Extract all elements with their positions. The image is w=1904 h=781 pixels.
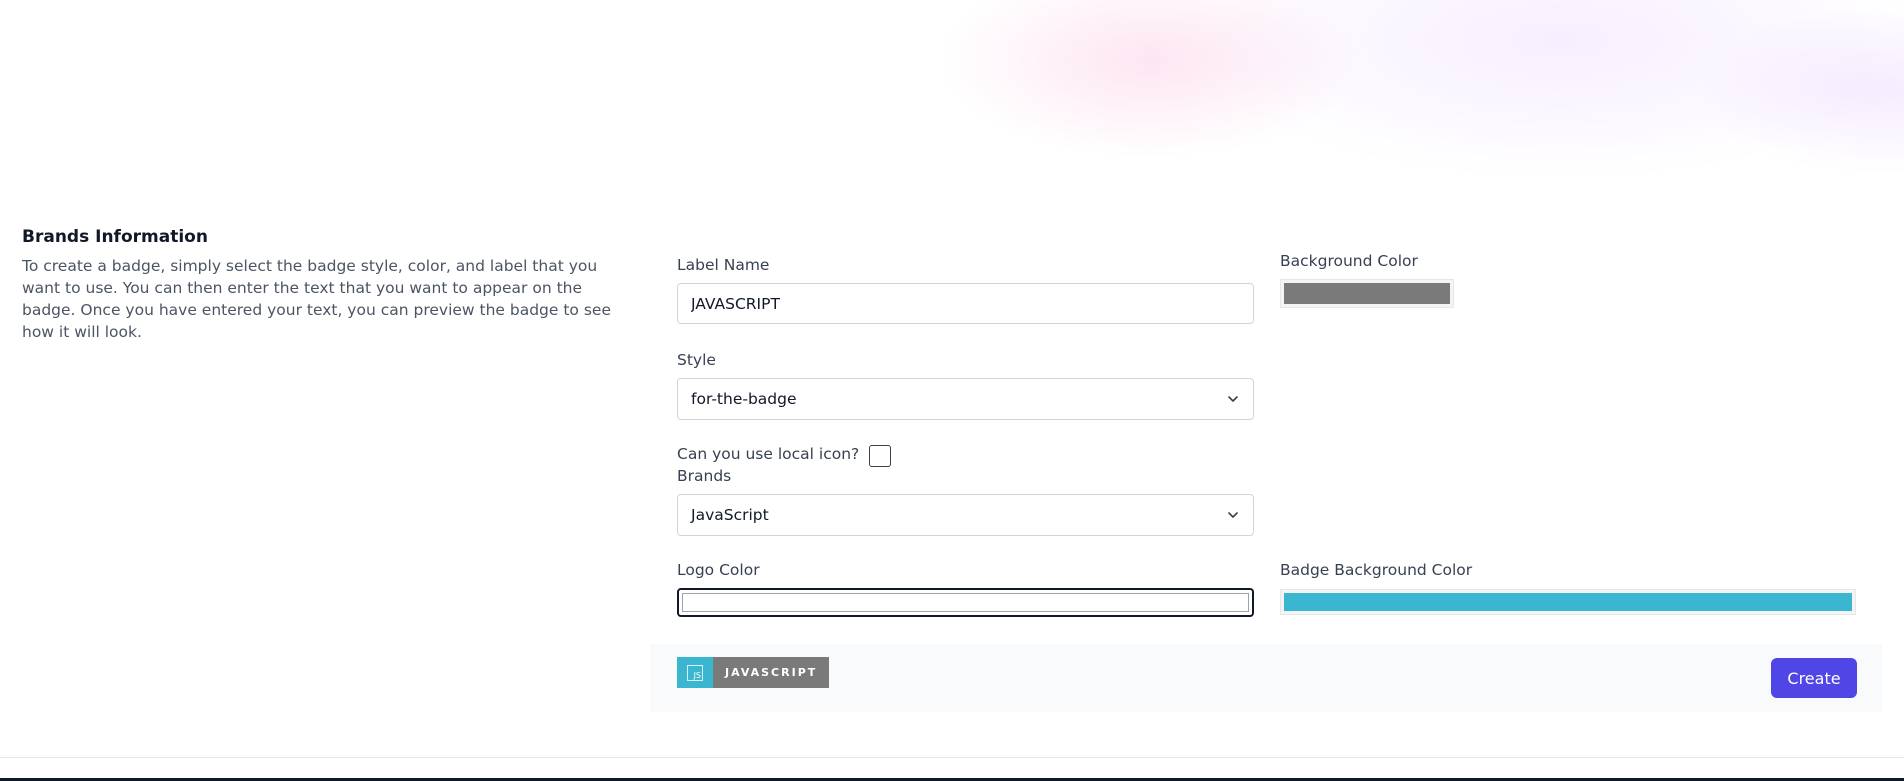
divider [0, 757, 1904, 758]
label-name-label: Label Name [677, 256, 770, 274]
local-icon-label: Can you use local icon? [677, 445, 860, 463]
chevron-down-icon [1226, 508, 1240, 522]
brands-select[interactable]: JavaScript [677, 494, 1254, 536]
label-name-input[interactable] [677, 283, 1254, 324]
style-select-value: for-the-badge [691, 390, 797, 408]
style-label: Style [677, 351, 716, 369]
badge-background-color-picker[interactable] [1280, 589, 1856, 615]
logo-color-swatch [682, 593, 1249, 612]
brands-select-value: JavaScript [691, 506, 769, 524]
background-color-label: Background Color [1280, 252, 1418, 270]
background-color-picker[interactable] [1280, 279, 1454, 308]
logo-color-picker[interactable] [677, 588, 1254, 617]
style-select[interactable]: for-the-badge [677, 378, 1254, 420]
brands-label: Brands [677, 467, 732, 485]
local-icon-checkbox[interactable] [869, 445, 891, 467]
badge-text: JAVASCRIPT [713, 657, 830, 688]
badge-logo-area: JS [677, 657, 713, 688]
section-title: Brands Information [22, 227, 208, 247]
background-color-swatch [1284, 283, 1450, 304]
logo-color-label: Logo Color [677, 561, 760, 579]
section-description: To create a badge, simply select the bad… [22, 257, 611, 341]
javascript-icon: JS [687, 664, 703, 681]
preview-footer [650, 644, 1882, 712]
chevron-down-icon [1226, 392, 1240, 406]
create-button[interactable]: Create [1771, 658, 1857, 698]
badge-preview: JS JAVASCRIPT [677, 657, 830, 688]
badge-background-color-swatch [1284, 593, 1852, 611]
badge-background-color-label: Badge Background Color [1280, 561, 1473, 579]
